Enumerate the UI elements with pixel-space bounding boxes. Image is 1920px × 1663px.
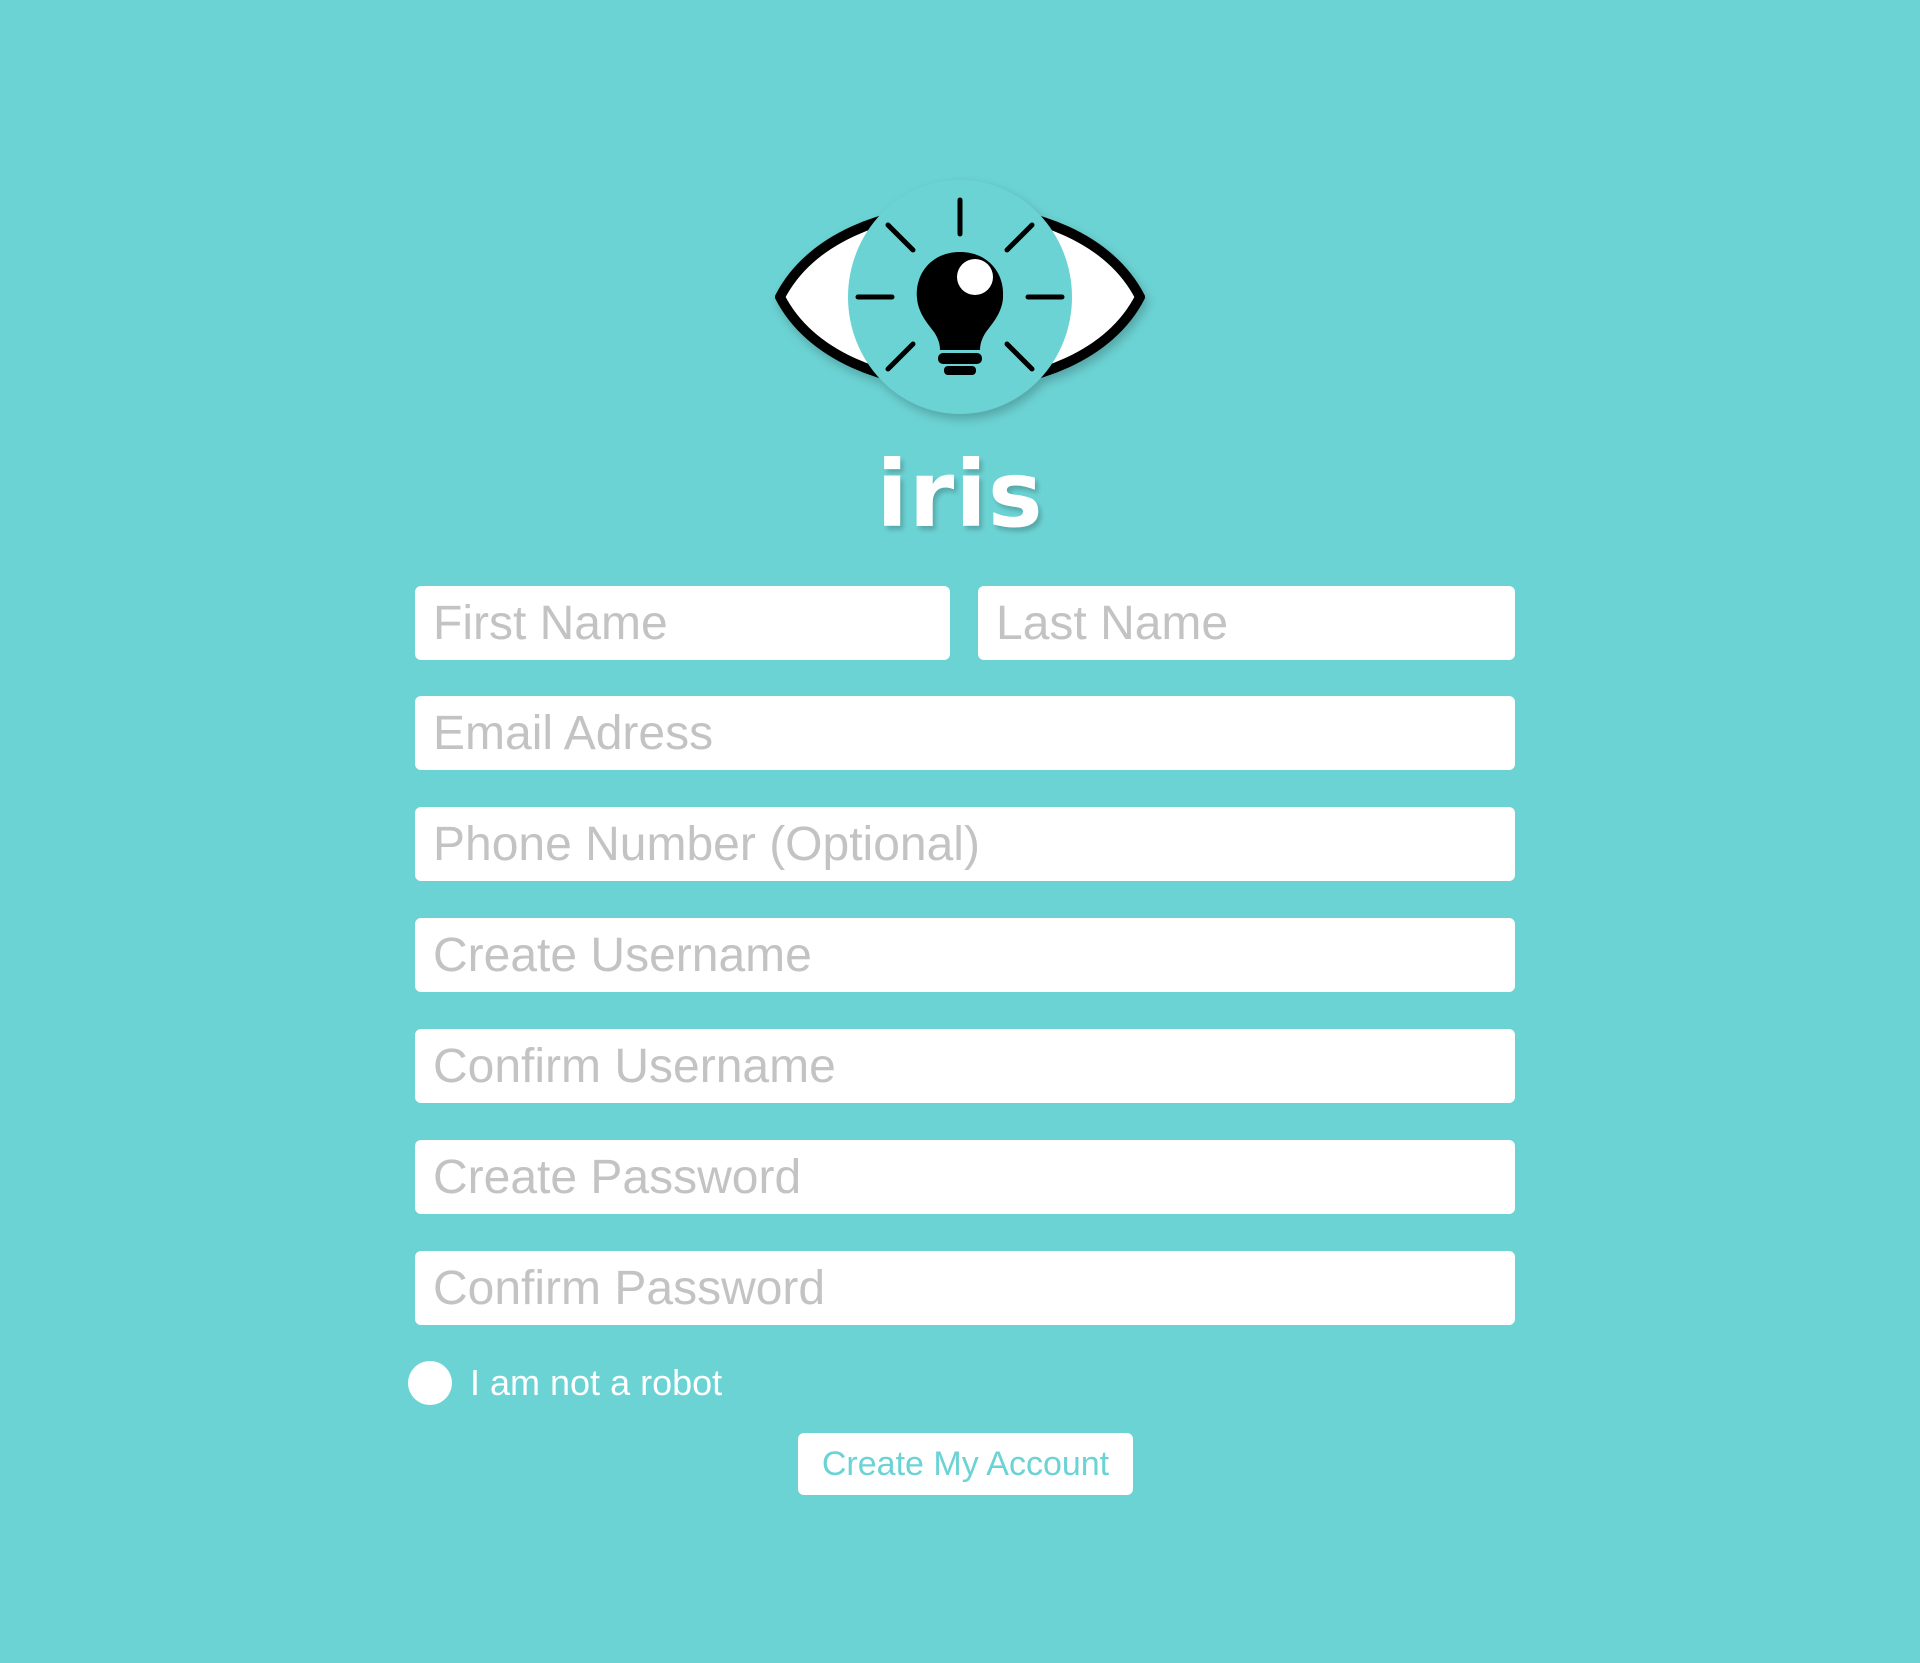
create-password-field[interactable] bbox=[415, 1140, 1515, 1214]
last-name-field[interactable] bbox=[978, 586, 1515, 660]
robot-checkbox[interactable] bbox=[408, 1361, 452, 1405]
confirm-password-field[interactable] bbox=[415, 1251, 1515, 1325]
create-username-field[interactable] bbox=[415, 918, 1515, 992]
robot-check-row: I am not a robot bbox=[408, 1360, 722, 1406]
email-field[interactable] bbox=[415, 696, 1515, 770]
first-name-field[interactable] bbox=[415, 586, 950, 660]
eye-lightbulb-icon bbox=[775, 180, 1145, 414]
phone-field[interactable] bbox=[415, 807, 1515, 881]
robot-check-label: I am not a robot bbox=[470, 1362, 723, 1403]
create-account-button[interactable]: Create My Account bbox=[798, 1433, 1133, 1495]
confirm-username-field[interactable] bbox=[415, 1029, 1515, 1103]
brand-name: iris bbox=[876, 441, 1044, 548]
